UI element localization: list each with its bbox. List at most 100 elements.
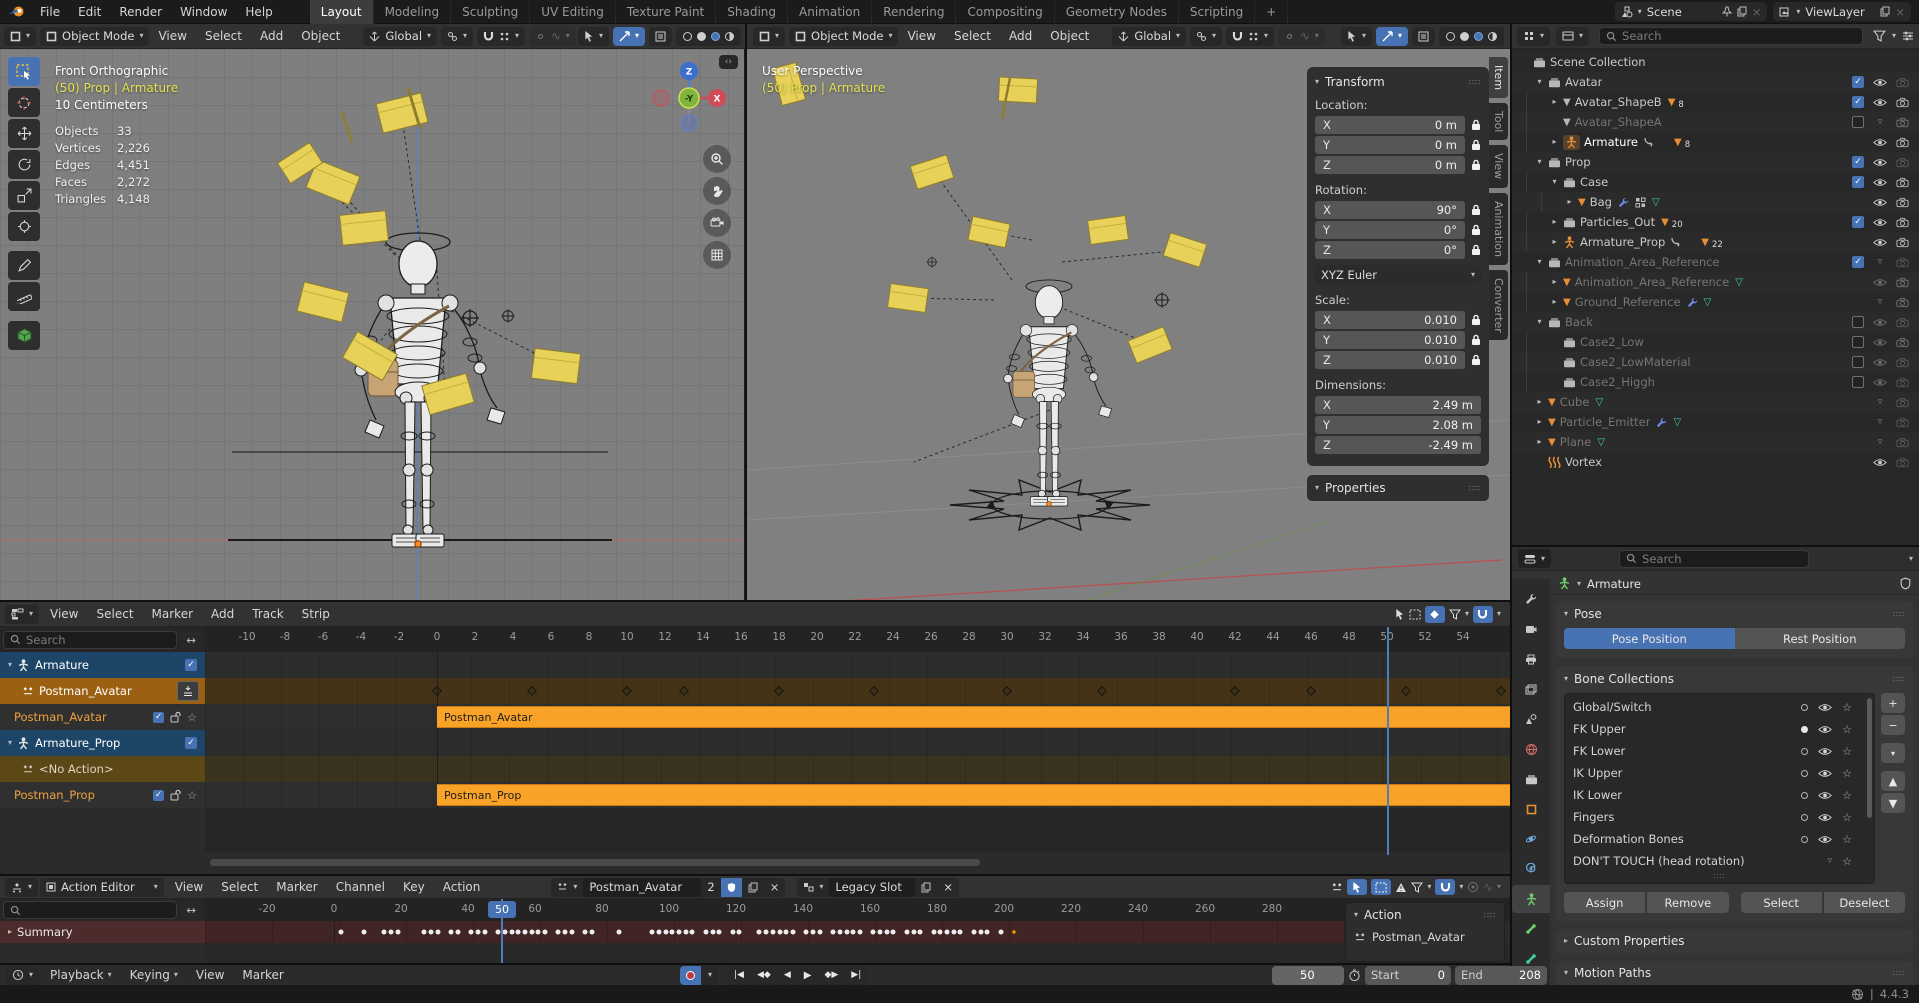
- nla-track[interactable]: Postman_Avatar: [0, 678, 205, 704]
- workspace-tab-shading[interactable]: Shading: [716, 0, 788, 24]
- camera-visibility-icon[interactable]: [1896, 437, 1909, 448]
- auto-key-record-button[interactable]: [680, 966, 701, 985]
- vp-left-xray-toggle[interactable]: [649, 27, 672, 46]
- vp-left-snap-widget[interactable]: ▾: [477, 27, 525, 46]
- editor-type-properties[interactable]: ▾: [1518, 549, 1551, 568]
- scale-tool[interactable]: [8, 181, 40, 210]
- action-browse-button[interactable]: ▾: [551, 878, 583, 897]
- keyframe-dot[interactable]: [911, 930, 916, 935]
- add-cube-tool[interactable]: [8, 321, 40, 350]
- bone-collection-row[interactable]: Global/Switch☆: [1565, 696, 1874, 718]
- vp-right-xray-toggle[interactable]: [1412, 27, 1435, 46]
- menu-edit[interactable]: Edit: [69, 5, 110, 19]
- keyframe-dot[interactable]: [656, 930, 661, 935]
- collection-specials-button[interactable]: ▾: [1881, 743, 1905, 763]
- outliner-search[interactable]: Search: [1599, 27, 1863, 45]
- armature-icon[interactable]: [1558, 577, 1571, 590]
- location-x-field[interactable]: X0 m: [1315, 116, 1465, 134]
- move-down-button[interactable]: ▼: [1881, 793, 1905, 813]
- new-action-button[interactable]: [742, 878, 764, 897]
- keyframe-dot[interactable]: [790, 930, 795, 935]
- action-users-button[interactable]: 2: [701, 878, 720, 897]
- pose-panel-header[interactable]: ▾Pose∷∷: [1564, 607, 1905, 621]
- editor-type-nla[interactable]: ▾: [5, 605, 39, 624]
- dope-menu-view[interactable]: View: [166, 880, 212, 894]
- keyframe-dot[interactable]: [844, 930, 849, 935]
- keyframe-dot[interactable]: [650, 930, 655, 935]
- collection-icon[interactable]: [1563, 377, 1576, 388]
- scale-x-field[interactable]: X0.010: [1315, 311, 1465, 329]
- vp-right-shading-rendered[interactable]: [1487, 31, 1498, 42]
- dope-menu-marker[interactable]: Marker: [267, 880, 326, 894]
- keyframe-dot[interactable]: [904, 930, 909, 935]
- eye-icon[interactable]: [1873, 218, 1887, 227]
- dimensions-x-field[interactable]: X2.49 m: [1315, 396, 1481, 414]
- selected-keyframe-dot[interactable]: [1012, 930, 1017, 935]
- nla-search-toggle[interactable]: ↔: [180, 631, 202, 649]
- keyframe-dot[interactable]: [878, 930, 883, 935]
- rotation-z-field[interactable]: Z0°: [1315, 241, 1465, 259]
- vp-right-proportional-edit[interactable]: ∿▾: [1278, 27, 1325, 46]
- vp-right-shading-wireframe[interactable]: [1445, 31, 1456, 42]
- expand-caret[interactable]: ▸: [1550, 138, 1559, 146]
- nla-lane[interactable]: [205, 652, 1510, 678]
- menu-render[interactable]: Render: [110, 5, 171, 19]
- cursor-tool[interactable]: [8, 88, 40, 117]
- physics-tab[interactable]: [1512, 825, 1550, 853]
- menu-file[interactable]: File: [31, 5, 69, 19]
- rotation-x-lock-icon[interactable]: [1471, 204, 1481, 216]
- expand-caret[interactable]: ▾: [8, 739, 12, 747]
- favorite-star-icon[interactable]: ☆: [1842, 833, 1852, 846]
- keyframe-dot[interactable]: [522, 930, 527, 935]
- action-panel-header[interactable]: ▾Action∷∷: [1354, 908, 1496, 922]
- keyframe-dot[interactable]: [569, 930, 574, 935]
- eye-icon[interactable]: [1873, 78, 1887, 87]
- nla-menu-select[interactable]: Select: [88, 607, 143, 621]
- nla-search[interactable]: Search: [3, 631, 177, 649]
- camera-visibility-icon[interactable]: [1896, 157, 1909, 168]
- bone-collections-header[interactable]: ▾Bone Collections∷∷: [1564, 672, 1905, 686]
- armature-icon[interactable]: [1565, 136, 1578, 149]
- outliner-row[interactable]: ▸▼Avatar_ShapeB▼8✓: [1512, 92, 1919, 112]
- visibility-icon[interactable]: [1818, 703, 1832, 712]
- nla-filter-icon[interactable]: [1449, 609, 1461, 620]
- breadcrumb-item[interactable]: Armature: [1587, 577, 1641, 591]
- vp-left-shading-wireframe[interactable]: [682, 31, 693, 42]
- remove-collection-button[interactable]: −: [1881, 715, 1905, 735]
- keyframe-dot[interactable]: [563, 930, 568, 935]
- camera-visibility-icon[interactable]: [1896, 137, 1909, 148]
- solo-dot[interactable]: [1801, 770, 1808, 777]
- tool-tab[interactable]: [1512, 585, 1550, 613]
- collection-icon[interactable]: [1548, 77, 1561, 88]
- hide-icon[interactable]: ▿: [1873, 117, 1887, 127]
- camera-visibility-icon[interactable]: [1896, 337, 1909, 348]
- lock-icon[interactable]: [170, 789, 181, 801]
- render-tab[interactable]: [1512, 615, 1550, 643]
- outliner-options-icon[interactable]: [1902, 30, 1914, 42]
- force-field-icon[interactable]: [1548, 456, 1561, 468]
- scrollbar[interactable]: [1867, 698, 1872, 818]
- keyframe-dot[interactable]: [851, 930, 856, 935]
- keyframe-dot[interactable]: [703, 930, 708, 935]
- nla-playhead[interactable]: [1387, 627, 1389, 855]
- keyframe-dot[interactable]: [737, 930, 742, 935]
- keyframe-dot[interactable]: [338, 930, 343, 935]
- expand-caret[interactable]: ▸: [1535, 418, 1544, 426]
- eye-icon[interactable]: [1873, 238, 1887, 247]
- grid-ortho-icon[interactable]: [703, 241, 731, 269]
- camera-visibility-icon[interactable]: [1896, 97, 1909, 108]
- workspace-tab-modeling[interactable]: Modeling: [374, 0, 452, 24]
- workspace-tab-uv-editing[interactable]: UV Editing: [530, 0, 616, 24]
- keyframe-dot[interactable]: [455, 930, 460, 935]
- zoom-icon[interactable]: [703, 145, 731, 173]
- vp-left-gizmo-toggle[interactable]: ▾: [578, 27, 609, 46]
- track-mute-checkbox[interactable]: ✓: [153, 790, 164, 801]
- keyframe-dot[interactable]: [884, 930, 889, 935]
- sidebar-toggle[interactable]: ‹›: [719, 55, 738, 69]
- fake-user-shield-icon[interactable]: [1900, 577, 1911, 590]
- dope-show-errors[interactable]: [1395, 882, 1407, 893]
- duplicate-slot-button[interactable]: [915, 878, 937, 897]
- keyframe-dot[interactable]: [690, 930, 695, 935]
- bone-collection-row[interactable]: Fingers☆: [1565, 806, 1874, 828]
- eye-icon[interactable]: [1873, 278, 1887, 287]
